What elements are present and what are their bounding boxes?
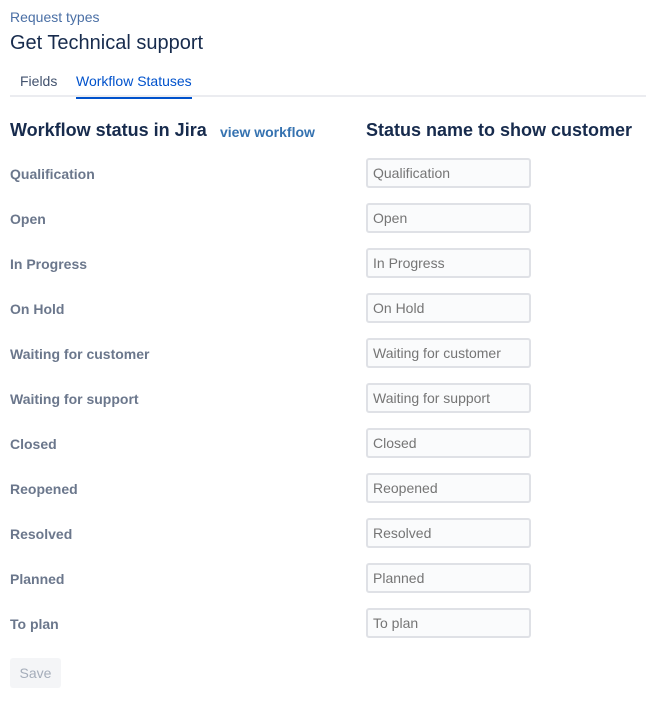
status-name-input[interactable]	[366, 428, 531, 458]
status-row: Open	[0, 203, 646, 248]
status-row: Closed	[0, 428, 646, 473]
status-label: On Hold	[10, 301, 65, 317]
status-name-input[interactable]	[366, 293, 531, 323]
status-name-input[interactable]	[366, 518, 531, 548]
status-name-input[interactable]	[366, 203, 531, 233]
page-title: Get Technical support	[10, 32, 204, 54]
status-label: Open	[10, 211, 46, 227]
tab-fields[interactable]: Fields	[20, 73, 57, 97]
breadcrumb-request-types[interactable]: Request types	[10, 9, 100, 25]
status-row: In Progress	[0, 248, 646, 293]
workflow-status-heading: Workflow status in Jira	[10, 120, 207, 140]
status-name-input[interactable]	[366, 383, 531, 413]
customer-status-heading: Status name to show customer	[366, 120, 633, 140]
status-name-input[interactable]	[366, 158, 531, 188]
status-row: Qualification	[0, 158, 646, 203]
status-row: Waiting for support	[0, 383, 646, 428]
status-row: To plan	[0, 608, 646, 653]
save-button[interactable]: Save	[10, 658, 61, 688]
status-row: Resolved	[0, 518, 646, 563]
status-name-input[interactable]	[366, 563, 531, 593]
status-row: On Hold	[0, 293, 646, 338]
status-label: Qualification	[10, 166, 95, 182]
tab-bar: Fields Workflow Statuses	[10, 73, 646, 99]
status-name-input[interactable]	[366, 338, 531, 368]
status-label: Planned	[10, 571, 65, 587]
status-label: Waiting for support	[10, 391, 139, 407]
status-name-input[interactable]	[366, 608, 531, 638]
status-name-input[interactable]	[366, 473, 531, 503]
status-row: Reopened	[0, 473, 646, 518]
status-label: Reopened	[10, 481, 78, 497]
status-row: Planned	[0, 563, 646, 608]
status-list: Qualification Open In Progress On Hold W…	[0, 158, 646, 653]
status-name-input[interactable]	[366, 248, 531, 278]
tab-workflow-statuses[interactable]: Workflow Statuses	[76, 73, 192, 99]
status-label: Closed	[10, 436, 57, 452]
status-label: Resolved	[10, 526, 73, 542]
status-row: Waiting for customer	[0, 338, 646, 383]
view-workflow-link[interactable]: view workflow	[220, 124, 315, 140]
status-label: Waiting for customer	[10, 346, 150, 362]
status-label: In Progress	[10, 256, 88, 272]
status-label: To plan	[10, 616, 59, 632]
